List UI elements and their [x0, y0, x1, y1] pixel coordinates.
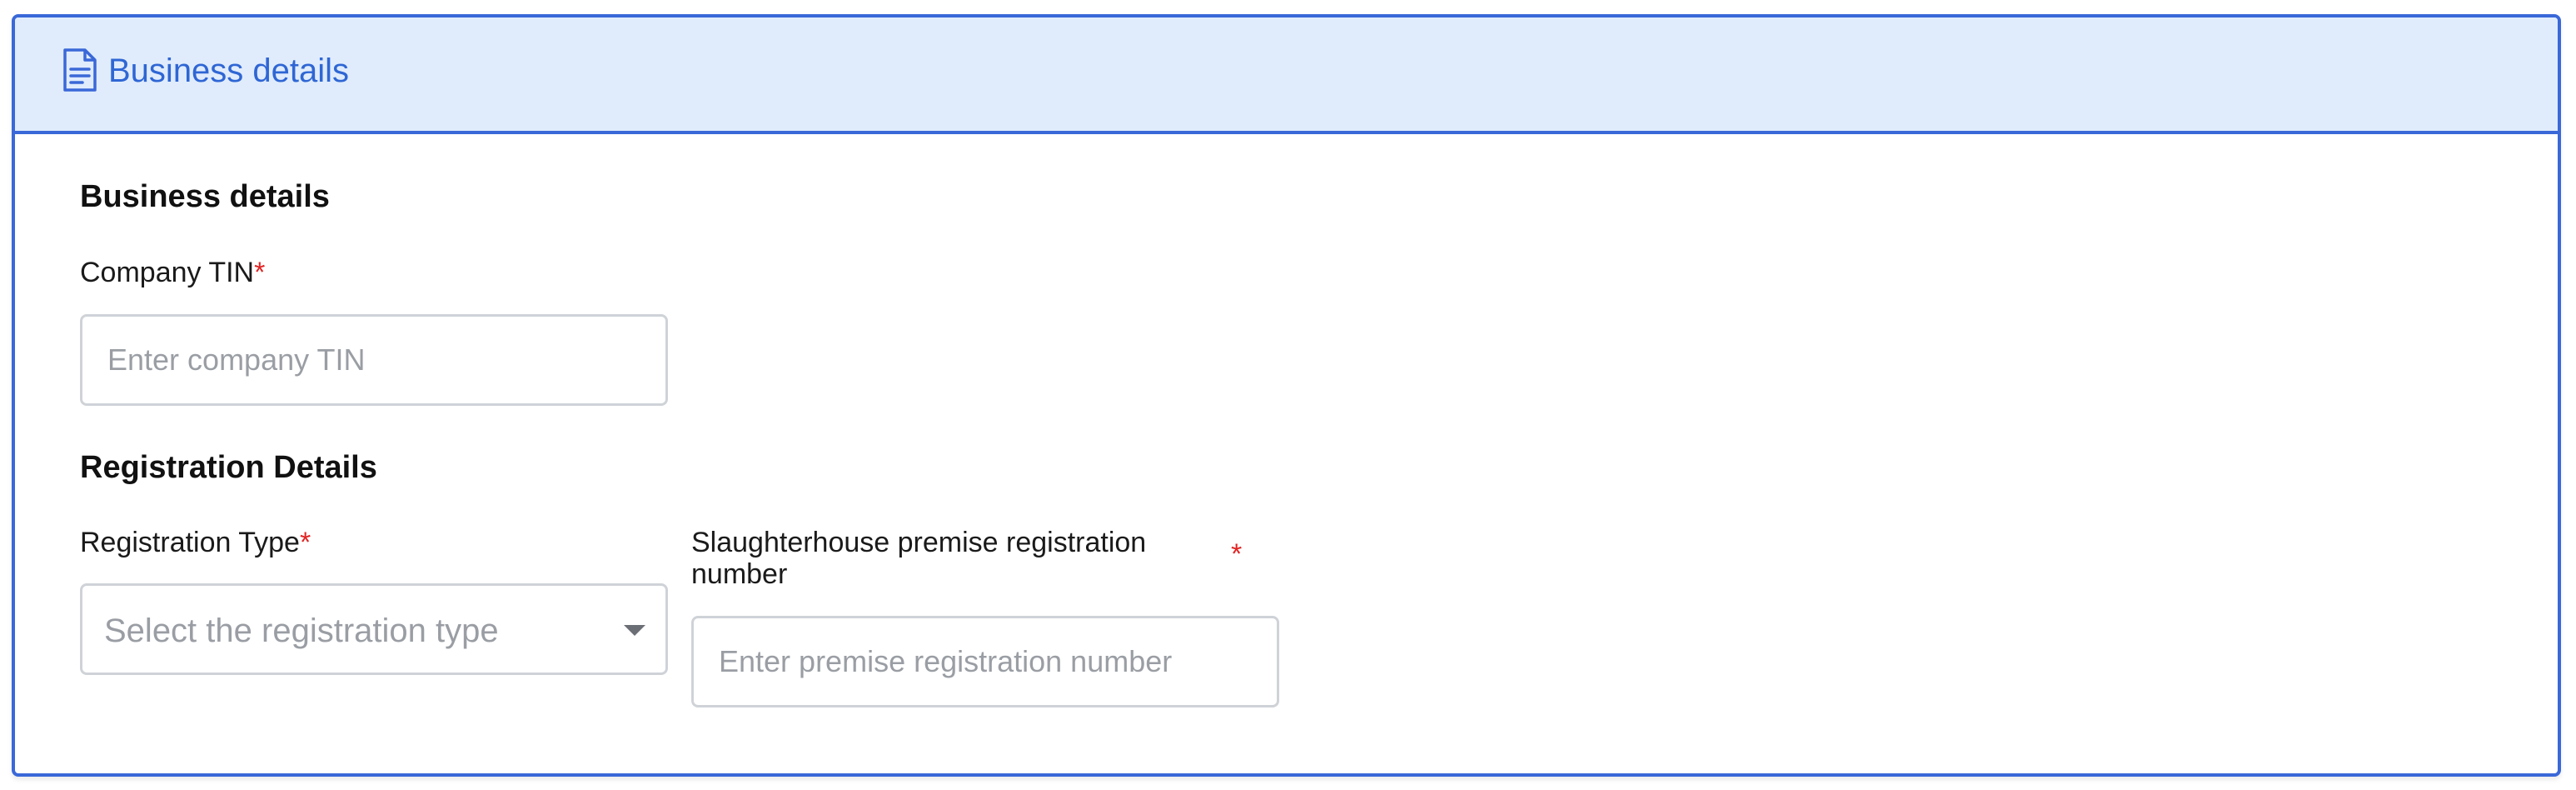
- company-tin-input[interactable]: [80, 314, 668, 406]
- business-details-panel: Business details Business details Compan…: [12, 14, 2561, 777]
- company-tin-label: Company TIN*: [80, 256, 265, 290]
- registration-type-label: Registration Type*: [80, 526, 311, 560]
- document-icon: [63, 48, 97, 92]
- company-tin-label-text: Company TIN: [80, 257, 255, 288]
- required-asterisk: *: [1231, 538, 1243, 570]
- business-details-heading: Business details: [80, 179, 330, 214]
- required-asterisk: *: [254, 257, 266, 288]
- registration-type-label-text: Registration Type: [80, 527, 300, 558]
- premise-number-label-line1: Slaughterhouse premise registration: [691, 527, 1147, 558]
- required-asterisk: *: [299, 527, 311, 558]
- registration-type-placeholder: Select the registration type: [104, 612, 499, 649]
- registration-details-heading: Registration Details: [80, 450, 377, 485]
- premise-number-label-line2: number: [691, 558, 788, 590]
- premise-registration-number-input[interactable]: [691, 616, 1279, 708]
- caret-down-icon: [624, 625, 645, 636]
- registration-type-select[interactable]: Select the registration type: [80, 583, 668, 675]
- panel-header: Business details: [15, 18, 2558, 134]
- panel-header-title: Business details: [108, 52, 350, 89]
